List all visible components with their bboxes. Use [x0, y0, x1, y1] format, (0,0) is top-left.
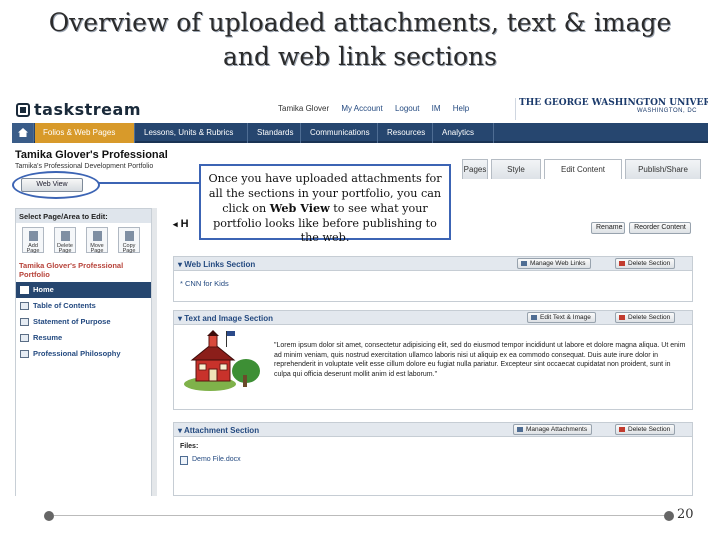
- logo-text: taskstream: [34, 100, 141, 119]
- footer-dot-right: [664, 511, 674, 521]
- page-icon: [20, 286, 29, 294]
- text-image-section: ▾ Text and Image Section Edit Text & Ima…: [173, 310, 693, 410]
- attachment-section-title: Attachment Section: [183, 426, 260, 435]
- sidebar-item-table-of-contents[interactable]: Table of Contents: [16, 298, 151, 314]
- sidebar-item-label: Statement of Purpose: [33, 317, 111, 326]
- attachment-file-link[interactable]: Demo File.docx: [192, 456, 241, 463]
- page-icon: [20, 350, 29, 358]
- copy-page-button[interactable]: Copy Page: [118, 227, 140, 254]
- document-icon: [180, 456, 188, 465]
- university-location: WASHINGTON, DC: [636, 108, 697, 114]
- nav-analytics[interactable]: Analytics: [434, 123, 494, 143]
- manage-web-links-button[interactable]: Manage Web Links: [517, 258, 591, 269]
- attachment-section-header: ▾ Attachment Section Manage Attachments …: [174, 423, 692, 437]
- taskstream-screenshot: taskstream Tamika Glover My Account Logo…: [12, 96, 708, 496]
- expand-triangle-icon[interactable]: ▾: [178, 314, 182, 323]
- slide-title-line-2: and web link sections: [223, 42, 497, 71]
- link-icon: *: [180, 279, 183, 288]
- university-name: THE GEORGE WASHINGTON UNIVERSITY: [519, 98, 708, 108]
- edit-text-image-button[interactable]: Edit Text & Image: [527, 312, 596, 323]
- delete-section-button[interactable]: Delete Section: [615, 424, 676, 435]
- section-body-text: "Lorem ipsum dolor sit amet, consectetur…: [274, 342, 686, 378]
- my-account-link[interactable]: My Account: [341, 104, 382, 113]
- sidebar-scrollbar[interactable]: [152, 208, 157, 496]
- web-link-text: CNN for Kids: [185, 279, 229, 288]
- callout-text: Once you have uploaded attachments for a…: [201, 166, 449, 246]
- tab-edit-content[interactable]: Edit Content: [544, 159, 622, 179]
- user-name: Tamika Glover: [278, 104, 330, 113]
- sidebar-item-statement-of-purpose[interactable]: Statement of Purpose: [16, 314, 151, 330]
- callout-connector: [99, 182, 199, 184]
- text-image-section-title: Text and Image Section: [184, 314, 274, 323]
- nav-communications[interactable]: Communications: [302, 123, 378, 143]
- sidebar-item-resume[interactable]: Resume: [16, 330, 151, 346]
- schoolhouse-image: [184, 330, 260, 391]
- reorder-content-button[interactable]: Reorder Content: [629, 222, 691, 234]
- nav-lessons[interactable]: Lessons, Units & Rubrics: [136, 123, 248, 143]
- page-sidebar: Select Page/Area to Edit: Add Page Delet…: [15, 208, 152, 496]
- nav-folios[interactable]: Folios & Web Pages: [35, 123, 135, 143]
- help-link[interactable]: Help: [453, 104, 469, 113]
- footer-dot-left: [44, 511, 54, 521]
- manage-attachments-button[interactable]: Manage Attachments: [513, 424, 593, 435]
- web-link-item[interactable]: * CNN for Kids: [180, 279, 229, 288]
- tab-style[interactable]: Style: [491, 159, 541, 179]
- sidebar-item-label: Professional Philosophy: [33, 349, 121, 358]
- nav-resources[interactable]: Resources: [379, 123, 433, 143]
- taskstream-logo[interactable]: taskstream: [16, 100, 141, 119]
- files-label: Files:: [180, 443, 199, 450]
- sidebar-item-professional-philosophy[interactable]: Professional Philosophy: [16, 346, 151, 362]
- logout-link[interactable]: Logout: [395, 104, 419, 113]
- main-nav: Folios & Web Pages Lessons, Units & Rubr…: [12, 123, 708, 143]
- nav-standards[interactable]: Standards: [249, 123, 301, 143]
- slide-title-line-1: Overview of uploaded attachments, text &…: [48, 8, 672, 37]
- web-view-highlight-ellipse: [12, 171, 100, 199]
- sidebar-page-tools: Add Page Delete Page Move Page Copy Page: [22, 227, 147, 255]
- page-icon: [20, 334, 29, 342]
- tab-publish-share[interactable]: Publish/Share: [625, 159, 701, 179]
- tab-pages[interactable]: Pages: [462, 159, 488, 179]
- slide-title: Overview of uploaded attachments, text &…: [20, 6, 700, 74]
- sidebar-item-label: Table of Contents: [33, 301, 96, 310]
- sidebar-item-label: Resume: [33, 333, 63, 342]
- expand-triangle-icon[interactable]: ▾: [178, 260, 182, 269]
- university-logo: THE GEORGE WASHINGTON UNIVERSITY WASHING…: [515, 98, 708, 120]
- web-links-section-title: Web Links Section: [184, 260, 256, 269]
- main-header-text: H: [180, 218, 189, 230]
- callout-text-bold: Web View: [269, 201, 330, 215]
- main-page-header: ◂ H: [173, 218, 189, 230]
- web-links-section-header: ▾ Web Links Section Manage Web Links Del…: [174, 257, 692, 271]
- page-icon: [20, 302, 29, 310]
- page-heading: Tamika Glover's Professional: [15, 149, 168, 161]
- footer-divider: [54, 515, 666, 516]
- home-icon: [18, 128, 28, 137]
- account-links: Tamika Glover My Account Logout IM Help: [278, 104, 479, 113]
- page-subheading: Tamika's Professional Development Portfo…: [15, 163, 154, 170]
- taskstream-logo-icon: [16, 103, 30, 117]
- move-page-button[interactable]: Move Page: [86, 227, 108, 254]
- sidebar-header: Select Page/Area to Edit:: [16, 209, 151, 223]
- delete-section-button[interactable]: Delete Section: [615, 258, 676, 269]
- text-image-section-header: ▾ Text and Image Section Edit Text & Ima…: [174, 311, 692, 325]
- top-bar: taskstream Tamika Glover My Account Logo…: [12, 96, 708, 122]
- sidebar-item-home[interactable]: Home: [16, 282, 151, 298]
- attachment-section: ▾ Attachment Section Manage Attachments …: [173, 422, 693, 496]
- collapse-triangle-icon[interactable]: ◂: [173, 219, 178, 229]
- web-links-section: ▾ Web Links Section Manage Web Links Del…: [173, 256, 693, 302]
- page-icon: [20, 318, 29, 326]
- instruction-callout: Once you have uploaded attachments for a…: [199, 164, 451, 244]
- delete-page-button[interactable]: Delete Page: [54, 227, 76, 254]
- portfolio-title[interactable]: Tamika Glover's Professional Portfolio: [19, 261, 149, 279]
- page-number: 20: [677, 507, 694, 522]
- rename-button[interactable]: Rename: [591, 222, 625, 234]
- nav-home[interactable]: [12, 123, 34, 143]
- add-page-button[interactable]: Add Page: [22, 227, 44, 254]
- delete-section-button[interactable]: Delete Section: [615, 312, 676, 323]
- expand-triangle-icon[interactable]: ▾: [178, 426, 182, 435]
- page-list: Home Table of Contents Statement of Purp…: [16, 282, 151, 362]
- im-link[interactable]: IM: [432, 104, 441, 113]
- sidebar-item-label: Home: [33, 285, 54, 294]
